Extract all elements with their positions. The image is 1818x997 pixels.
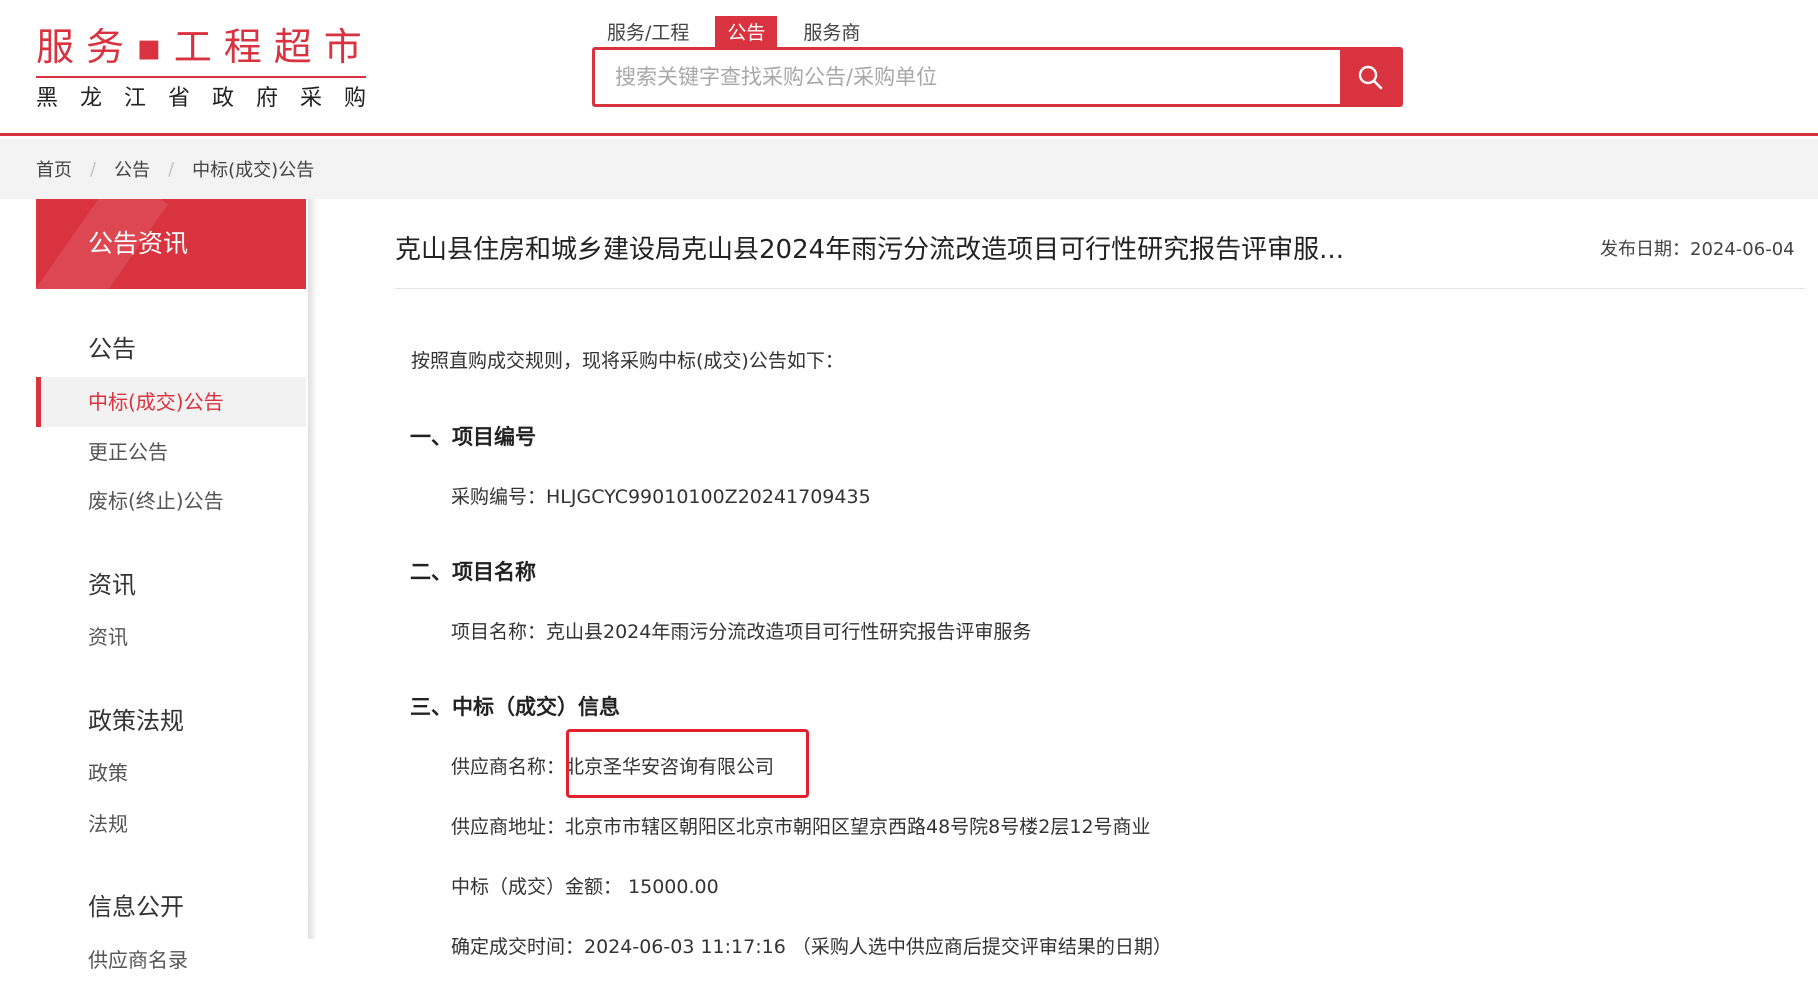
- search-button[interactable]: [1340, 50, 1400, 104]
- sidebar-group-announcements: 公告: [88, 335, 136, 363]
- project-name: 项目名称：克山县2024年雨污分流改造项目可行性研究报告评审服务: [451, 621, 1032, 643]
- publish-date-value: 2024-06-04: [1690, 239, 1795, 260]
- breadcrumb-home[interactable]: 首页: [36, 156, 72, 182]
- supplier-address: 供应商地址：北京市市辖区朝阳区北京市朝阳区望京西路48号院8号楼2层12号商业: [451, 816, 1151, 838]
- breadcrumb-announcements[interactable]: 公告: [114, 156, 150, 182]
- tab-announcements[interactable]: 公告: [715, 16, 778, 48]
- search-type-tabs: 服务/工程 公告 服务商: [595, 16, 886, 48]
- sidebar-item-news[interactable]: 资讯: [36, 612, 306, 662]
- article-title: 克山县住房和城乡建设局克山县2024年雨污分流改造项目可行性研究报告评审服...: [395, 235, 1344, 265]
- sidebar-item-correction-announcement[interactable]: 更正公告: [36, 427, 306, 477]
- logo-title: 服务▪工程超市: [36, 25, 374, 69]
- sidebar-item-law[interactable]: 法规: [36, 799, 306, 849]
- breadcrumb: 首页 / 公告 / 中标(成交)公告: [36, 139, 314, 199]
- sidebar-group-disclosure: 信息公开: [88, 893, 184, 921]
- section-heading-award-info: 三、中标（成交）信息: [410, 695, 620, 719]
- search-box: [592, 47, 1403, 107]
- sidebar-item-supplier-directory[interactable]: 供应商名录: [36, 935, 306, 985]
- sidebar-group-news: 资讯: [88, 571, 136, 599]
- procurement-number: 采购编号：HLJGCYC99010100Z20241709435: [451, 486, 871, 508]
- breadcrumb-separator: /: [90, 158, 97, 180]
- award-time: 确定成交时间：2024-06-03 11:17:16 （采购人选中供应商后提交评…: [451, 936, 1172, 958]
- search-input[interactable]: [595, 50, 1340, 104]
- logo-divider: [36, 76, 366, 78]
- section-heading-project-number: 一、项目编号: [410, 425, 536, 449]
- breadcrumb-bar: 首页 / 公告 / 中标(成交)公告: [0, 139, 1818, 199]
- article: 克山县住房和城乡建设局克山县2024年雨污分流改造项目可行性研究报告评审服...…: [395, 199, 1805, 997]
- site-logo[interactable]: 服务▪工程超市 黑龙江省政府采购: [36, 22, 372, 114]
- award-amount: 中标（成交）金额： 15000.00: [451, 876, 719, 898]
- tab-services[interactable]: 服务/工程: [595, 16, 701, 48]
- search-icon: [1358, 65, 1383, 90]
- publish-date: 发布日期：2024-06-04: [1600, 235, 1795, 261]
- publish-date-label: 发布日期：: [1600, 239, 1690, 260]
- sidebar-item-termination-announcement[interactable]: 废标(终止)公告: [36, 476, 306, 526]
- logo-subtitle: 黑龙江省政府采购: [36, 86, 389, 111]
- site-header: 服务▪工程超市 黑龙江省政府采购 服务/工程 公告 服务商: [0, 0, 1818, 136]
- section-heading-project-name: 二、项目名称: [410, 560, 536, 584]
- sidebar-item-award-announcement[interactable]: 中标(成交)公告: [36, 377, 306, 427]
- breadcrumb-current[interactable]: 中标(成交)公告: [192, 156, 314, 182]
- article-intro: 按照直购成交规则，现将采购中标(成交)公告如下：: [411, 350, 844, 372]
- supplier-name-label: 供应商名称：: [451, 756, 566, 778]
- sidebar-header: 公告资讯: [36, 199, 306, 289]
- tab-providers[interactable]: 服务商: [791, 16, 872, 48]
- sidebar-item-policy[interactable]: 政策: [36, 748, 306, 798]
- title-divider: [395, 288, 1805, 289]
- supplier-highlight-box: [566, 729, 809, 798]
- breadcrumb-separator: /: [168, 158, 175, 180]
- sidebar: 公告资讯 公告 中标(成交)公告 更正公告 废标(终止)公告 资讯 资讯 政策法…: [36, 199, 308, 997]
- sidebar-group-policy-law: 政策法规: [88, 707, 184, 735]
